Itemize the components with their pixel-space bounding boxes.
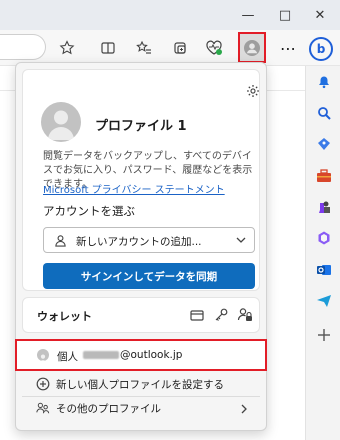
- current-profile-label: 個人: [57, 351, 78, 363]
- minimize-button[interactable]: —: [238, 5, 258, 25]
- browser-essentials-icon[interactable]: [202, 36, 226, 60]
- choose-account-label: アカウントを選ぶ: [43, 204, 135, 218]
- other-profiles-row[interactable]: その他のプロファイル: [16, 394, 268, 422]
- sign-in-sync-button[interactable]: サインインしてデータを同期: [43, 263, 255, 289]
- address-bar[interactable]: [0, 34, 46, 60]
- shopping-icon[interactable]: [314, 134, 334, 154]
- other-profiles-label: その他のプロファイル: [56, 403, 161, 415]
- collections-icon[interactable]: [168, 36, 192, 60]
- person-icon: [55, 235, 66, 247]
- drop-icon[interactable]: [314, 291, 334, 311]
- add-icon[interactable]: [314, 325, 334, 345]
- avatar: [41, 102, 81, 142]
- microsoft365-icon[interactable]: [314, 228, 334, 248]
- profile-avatar-small: [37, 349, 49, 361]
- favorites-icon[interactable]: [132, 36, 156, 60]
- browser-toolbar: ⋯: [0, 30, 340, 66]
- settings-icon[interactable]: [246, 84, 260, 98]
- search-icon[interactable]: [314, 103, 334, 123]
- profile-flyout: プロファイル 1 閲覧データをバックアップし、すべてのデバイスでお気に入り、パス…: [15, 62, 267, 431]
- tools-icon[interactable]: [314, 166, 334, 186]
- add-profile-label: 新しい個人プロファイルを設定する: [56, 379, 224, 391]
- account-select[interactable]: 新しいアカウントの追加...: [43, 227, 255, 253]
- chevron-right-icon: [241, 404, 247, 414]
- wallet-label: ウォレット: [37, 310, 92, 323]
- title-bar: — □ ✕: [0, 0, 340, 30]
- credit-card-icon[interactable]: [189, 307, 205, 323]
- privacy-link[interactable]: Microsoft プライバシー ステートメント: [43, 181, 225, 196]
- outlook-icon[interactable]: [314, 260, 334, 280]
- current-profile-email: @outlook.jp: [83, 349, 182, 361]
- profile-card: プロファイル 1 閲覧データをバックアップし、すべてのデバイスでお気に入り、パス…: [22, 69, 260, 291]
- right-sidebar: [305, 66, 340, 440]
- games-icon[interactable]: [314, 197, 334, 217]
- notifications-icon[interactable]: [314, 72, 334, 92]
- profile-name: プロファイル 1: [95, 119, 187, 134]
- more-icon[interactable]: ⋯: [276, 36, 300, 60]
- star-icon[interactable]: [55, 36, 79, 60]
- email-domain: @outlook.jp: [120, 349, 183, 361]
- bing-copilot-icon[interactable]: b: [309, 37, 333, 61]
- chevron-down-icon: [236, 237, 246, 243]
- profile-button[interactable]: [238, 32, 266, 63]
- wallet-card[interactable]: ウォレット: [22, 297, 260, 333]
- close-button[interactable]: ✕: [310, 5, 330, 25]
- split-screen-icon[interactable]: [96, 36, 120, 60]
- redacted-text: [83, 351, 119, 359]
- account-select-value: 新しいアカウントの追加...: [76, 236, 202, 248]
- key-icon[interactable]: [213, 307, 229, 323]
- people-icon: [36, 402, 50, 414]
- current-profile-row[interactable]: 個人 @outlook.jp: [15, 339, 267, 371]
- profile-icon: [244, 39, 260, 56]
- add-circle-icon: [36, 377, 50, 391]
- personal-info-icon[interactable]: [237, 307, 253, 323]
- maximize-button[interactable]: □: [275, 5, 295, 25]
